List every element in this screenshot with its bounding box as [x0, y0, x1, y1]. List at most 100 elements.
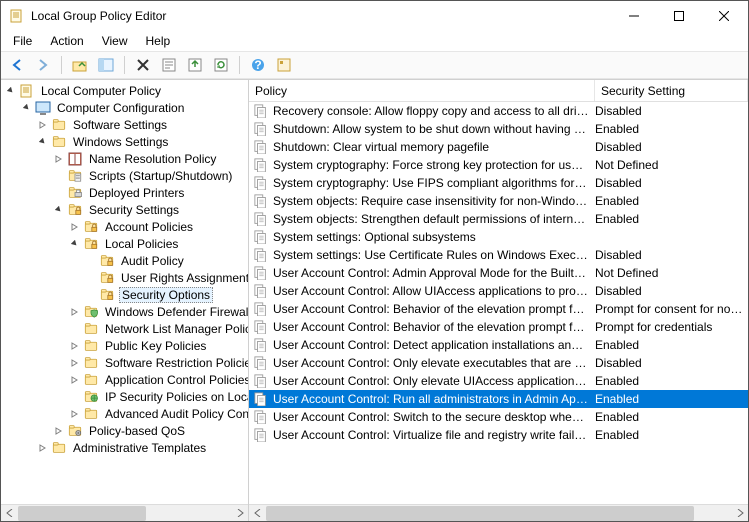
- close-button[interactable]: [701, 2, 746, 31]
- policy-row[interactable]: System cryptography: Force strong key pr…: [249, 156, 748, 174]
- policy-name: User Account Control: Virtualize file an…: [273, 428, 595, 442]
- chevron-right-icon[interactable]: [69, 357, 81, 369]
- refresh-button[interactable]: [209, 54, 233, 76]
- scroll-right-icon[interactable]: [231, 505, 248, 522]
- tree-policy-qos[interactable]: Policy-based QoS: [1, 422, 248, 439]
- policy-name: User Account Control: Run all administra…: [273, 392, 595, 406]
- chevron-right-icon[interactable]: [53, 153, 65, 165]
- policy-row[interactable]: User Account Control: Run all administra…: [249, 390, 748, 408]
- minimize-button[interactable]: [611, 2, 656, 31]
- menu-file[interactable]: File: [5, 32, 40, 50]
- chevron-right-icon[interactable]: [69, 340, 81, 352]
- policy-row[interactable]: User Account Control: Behavior of the el…: [249, 318, 748, 336]
- tree-item-label: IP Security Policies on Local Computer: [103, 390, 248, 404]
- scroll-left-icon[interactable]: [1, 505, 18, 522]
- tree-root[interactable]: Local Computer Policy: [1, 82, 248, 99]
- folder-icon: [83, 372, 99, 388]
- tree-ip-security[interactable]: IP Security Policies on Local Computer: [1, 388, 248, 405]
- show-hide-tree-button[interactable]: [94, 54, 118, 76]
- tree-audit-policy[interactable]: Audit Policy: [1, 252, 248, 269]
- chevron-down-icon[interactable]: [5, 85, 17, 97]
- back-button[interactable]: [5, 54, 29, 76]
- list-horizontal-scrollbar[interactable]: [249, 504, 748, 521]
- tree-software-settings[interactable]: Software Settings: [1, 116, 248, 133]
- tree-public-key[interactable]: Public Key Policies: [1, 337, 248, 354]
- tree-item-label: Administrative Templates: [71, 441, 208, 455]
- nav-tree[interactable]: Local Computer PolicyComputer Configurat…: [1, 80, 248, 504]
- tree-horizontal-scrollbar[interactable]: [1, 504, 248, 521]
- tree-admin-templates[interactable]: Administrative Templates: [1, 439, 248, 456]
- policy-row[interactable]: Shutdown: Allow system to be shut down w…: [249, 120, 748, 138]
- menu-view[interactable]: View: [94, 32, 136, 50]
- policy-row[interactable]: System settings: Optional subsystems: [249, 228, 748, 246]
- delete-button[interactable]: [131, 54, 155, 76]
- policy-row[interactable]: User Account Control: Detect application…: [249, 336, 748, 354]
- folder-icon: [99, 253, 115, 269]
- policy-row[interactable]: Shutdown: Clear virtual memory pagefileD…: [249, 138, 748, 156]
- policy-setting: Disabled: [595, 176, 744, 190]
- policy-row[interactable]: User Account Control: Admin Approval Mod…: [249, 264, 748, 282]
- tree-windows-defender[interactable]: Windows Defender Firewall with Advanced …: [1, 303, 248, 320]
- menu-help[interactable]: Help: [138, 32, 179, 50]
- chevron-down-icon[interactable]: [53, 204, 65, 216]
- tree-account-policies[interactable]: Account Policies: [1, 218, 248, 235]
- policy-setting: Enabled: [595, 338, 744, 352]
- up-button[interactable]: [68, 54, 92, 76]
- chevron-right-icon[interactable]: [37, 442, 49, 454]
- chevron-right-icon[interactable]: [69, 408, 81, 420]
- scroll-thumb[interactable]: [18, 506, 146, 521]
- policy-setting: Disabled: [595, 284, 744, 298]
- policy-row[interactable]: System settings: Use Certificate Rules o…: [249, 246, 748, 264]
- filter-button[interactable]: [272, 54, 296, 76]
- chevron-right-icon[interactable]: [53, 425, 65, 437]
- scroll-left-icon[interactable]: [249, 505, 266, 522]
- scroll-thumb[interactable]: [266, 506, 694, 521]
- tree-application-control[interactable]: Application Control Policies: [1, 371, 248, 388]
- tree-security-options[interactable]: Security Options: [1, 286, 248, 303]
- tree-computer-config[interactable]: Computer Configuration: [1, 99, 248, 116]
- policy-item-icon: [253, 391, 269, 407]
- properties-button[interactable]: [157, 54, 181, 76]
- menu-action[interactable]: Action: [42, 32, 91, 50]
- policy-row[interactable]: Recovery console: Allow floppy copy and …: [249, 102, 748, 120]
- policy-row[interactable]: System objects: Require case insensitivi…: [249, 192, 748, 210]
- policy-row[interactable]: User Account Control: Only elevate UIAcc…: [249, 372, 748, 390]
- policy-name: User Account Control: Detect application…: [273, 338, 595, 352]
- policy-item-icon: [253, 139, 269, 155]
- forward-button[interactable]: [31, 54, 55, 76]
- tree-network-list[interactable]: Network List Manager Policies: [1, 320, 248, 337]
- tree-windows-settings[interactable]: Windows Settings: [1, 133, 248, 150]
- maximize-button[interactable]: [656, 2, 701, 31]
- tree-deployed-printers[interactable]: Deployed Printers: [1, 184, 248, 201]
- scroll-track[interactable]: [266, 505, 731, 522]
- policy-row[interactable]: User Account Control: Only elevate execu…: [249, 354, 748, 372]
- tree-user-rights[interactable]: User Rights Assignment: [1, 269, 248, 286]
- chevron-down-icon[interactable]: [69, 238, 81, 250]
- policy-item-icon: [253, 103, 269, 119]
- policy-row[interactable]: System cryptography: Use FIPS compliant …: [249, 174, 748, 192]
- policy-list[interactable]: Recovery console: Allow floppy copy and …: [249, 102, 748, 504]
- chevron-right-icon[interactable]: [69, 221, 81, 233]
- policy-row[interactable]: System objects: Strengthen default permi…: [249, 210, 748, 228]
- tree-advanced-audit[interactable]: Advanced Audit Policy Configuration: [1, 405, 248, 422]
- tree-scripts[interactable]: Scripts (Startup/Shutdown): [1, 167, 248, 184]
- tree-name-resolution[interactable]: Name Resolution Policy: [1, 150, 248, 167]
- tree-local-policies[interactable]: Local Policies: [1, 235, 248, 252]
- policy-row[interactable]: User Account Control: Behavior of the el…: [249, 300, 748, 318]
- tree-security-settings[interactable]: Security Settings: [1, 201, 248, 218]
- chevron-down-icon[interactable]: [37, 136, 49, 148]
- policy-row[interactable]: User Account Control: Virtualize file an…: [249, 426, 748, 444]
- chevron-right-icon[interactable]: [69, 306, 81, 318]
- column-header-policy[interactable]: Policy: [249, 80, 595, 101]
- column-header-setting[interactable]: Security Setting: [595, 80, 748, 101]
- scroll-right-icon[interactable]: [731, 505, 748, 522]
- policy-row[interactable]: User Account Control: Allow UIAccess app…: [249, 282, 748, 300]
- chevron-right-icon[interactable]: [69, 374, 81, 386]
- chevron-right-icon[interactable]: [37, 119, 49, 131]
- tree-software-restriction[interactable]: Software Restriction Policies: [1, 354, 248, 371]
- chevron-down-icon[interactable]: [21, 102, 33, 114]
- help-button[interactable]: ?: [246, 54, 270, 76]
- export-button[interactable]: [183, 54, 207, 76]
- scroll-track[interactable]: [18, 505, 231, 522]
- policy-row[interactable]: User Account Control: Switch to the secu…: [249, 408, 748, 426]
